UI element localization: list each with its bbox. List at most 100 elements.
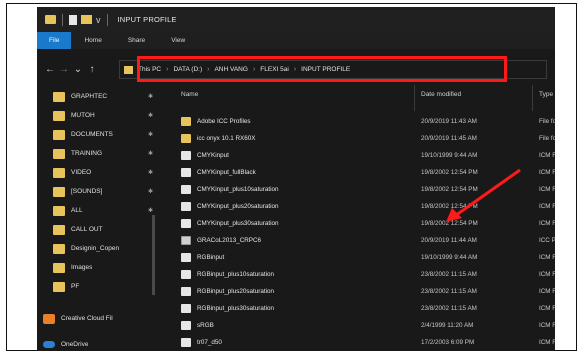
folder-icon bbox=[53, 243, 65, 254]
new-folder-icon[interactable] bbox=[81, 15, 92, 24]
tab-file[interactable]: File bbox=[37, 32, 72, 49]
pin-icon: ✱ bbox=[147, 94, 153, 100]
file-name: RGBinput_plus10saturation bbox=[197, 271, 275, 278]
folder-icon bbox=[181, 134, 191, 143]
file-row[interactable]: Adobe ICC Profiles 20/9/2019 11:43 AM Fi… bbox=[159, 113, 555, 130]
file-type: ICM File bbox=[539, 288, 555, 295]
window-title: INPUT PROFILE bbox=[117, 15, 177, 24]
file-row[interactable]: sRGB 2/4/1999 11:20 AM ICM File bbox=[159, 317, 555, 334]
pin-icon: ✱ bbox=[147, 189, 153, 195]
file-row[interactable]: GRACoL2013_CRPC6 20/9/2019 11:44 AM ICC … bbox=[159, 232, 555, 249]
icm-file-icon bbox=[181, 219, 191, 228]
file-name: icc onyx 10.1 RX60X bbox=[197, 135, 256, 142]
icm-file-icon bbox=[181, 168, 191, 177]
file-row[interactable]: CMYKinput_plus30saturation 19/8/2002 12:… bbox=[159, 215, 555, 232]
tab-share[interactable]: Share bbox=[115, 32, 158, 49]
forward-button[interactable]: → bbox=[57, 64, 71, 75]
file-type: ICM File bbox=[539, 322, 555, 329]
ribbon-tabs: File Home Share View bbox=[37, 32, 555, 49]
sidebar-item-mutoh[interactable]: MUTOH ✱ bbox=[53, 106, 157, 125]
creative-cloud-icon bbox=[43, 313, 55, 324]
file-date: 23/8/2002 11:15 AM bbox=[421, 305, 477, 312]
file-type: ICM File bbox=[539, 220, 555, 227]
sidebar-item-label: GRAPHTEC bbox=[71, 93, 108, 100]
sidebar-item-training[interactable]: TRAINING ✱ bbox=[53, 144, 157, 163]
file-date: 19/8/2002 12:54 PM bbox=[421, 169, 478, 176]
back-button[interactable]: ← bbox=[43, 64, 57, 75]
sidebar-item-label: PF bbox=[71, 283, 80, 290]
sidebar-item-graphtec[interactable]: GRAPHTEC ✱ bbox=[53, 87, 157, 106]
folder-icon bbox=[53, 224, 65, 235]
sidebar-item-designin[interactable]: Designin_Copen bbox=[53, 239, 157, 258]
recent-locations-dropdown[interactable]: ⌄ bbox=[71, 64, 85, 75]
file-type: File folder bbox=[539, 118, 555, 125]
sidebar-item-label: CALL OUT bbox=[71, 226, 103, 233]
file-name: CMYKinput_fullBlack bbox=[197, 169, 256, 176]
file-date: 23/8/2002 11:15 AM bbox=[421, 288, 477, 295]
sidebar-item-label: ALL bbox=[71, 207, 83, 214]
sidebar-item-label: DOCUMENTS bbox=[71, 131, 113, 138]
file-name: CMYKinput_plus10saturation bbox=[197, 186, 279, 193]
file-date: 20/9/2019 11:45 AM bbox=[421, 135, 477, 142]
divider bbox=[106, 13, 108, 26]
icm-file-icon bbox=[181, 304, 191, 313]
file-name: Adobe ICC Profiles bbox=[197, 118, 251, 125]
sidebar-item-images[interactable]: Images bbox=[53, 258, 157, 277]
pin-icon: ✱ bbox=[147, 132, 153, 138]
file-row[interactable]: CMYKinput_fullBlack 19/8/2002 12:54 PM I… bbox=[159, 164, 555, 181]
file-row[interactable]: RGBinput_plus10saturation 23/8/2002 11:1… bbox=[159, 266, 555, 283]
folder-icon bbox=[53, 129, 65, 140]
folder-icon bbox=[53, 205, 65, 216]
file-date: 2/4/1999 11:20 AM bbox=[421, 322, 474, 329]
column-divider[interactable] bbox=[414, 85, 415, 111]
column-header-name[interactable]: Name bbox=[181, 91, 198, 98]
column-header-date[interactable]: Date modified bbox=[421, 91, 461, 98]
sidebar-item-video[interactable]: VIDEO ✱ bbox=[53, 163, 157, 182]
file-name: GRACoL2013_CRPC6 bbox=[197, 237, 262, 244]
icm-file-icon bbox=[181, 151, 191, 160]
sidebar-scrollbar[interactable] bbox=[152, 215, 155, 295]
file-name: CMYKinput bbox=[197, 152, 229, 159]
file-row[interactable]: CMYKinput 19/10/1999 9:44 AM ICM File bbox=[159, 147, 555, 164]
sidebar-item-label: Images bbox=[71, 264, 93, 271]
address-highlight-box bbox=[137, 56, 507, 82]
file-date: 19/8/2002 12:54 PM bbox=[421, 220, 478, 227]
folder-icon bbox=[53, 110, 65, 121]
sidebar-item-label: OneDrive bbox=[61, 341, 89, 348]
file-row[interactable]: tr07_d50 17/2/2003 6:09 PM ICM File bbox=[159, 334, 555, 351]
file-name: CMYKinput_plus30saturation bbox=[197, 220, 279, 227]
onedrive-icon bbox=[43, 341, 55, 348]
file-row[interactable]: RGBinput 19/10/1999 9:44 AM ICM File bbox=[159, 249, 555, 266]
sidebar-item-all[interactable]: ALL ✱ bbox=[53, 201, 157, 220]
file-type: ICM File bbox=[539, 203, 555, 210]
file-type: ICM File bbox=[539, 152, 555, 159]
up-button[interactable]: ↑ bbox=[85, 64, 99, 75]
sidebar-item-label: VIDEO bbox=[71, 169, 92, 176]
pin-icon: ✱ bbox=[147, 151, 153, 157]
sidebar-item-creative-cloud[interactable]: Creative Cloud Fil bbox=[43, 309, 147, 328]
sidebar-item-onedrive[interactable]: OneDrive bbox=[43, 335, 147, 351]
file-name: tr07_d50 bbox=[197, 339, 222, 346]
file-row[interactable]: CMYKinput_plus10saturation 19/8/2002 12:… bbox=[159, 181, 555, 198]
column-divider[interactable] bbox=[532, 85, 533, 111]
folder-icon bbox=[181, 117, 191, 126]
icc-profile-icon bbox=[181, 236, 191, 245]
file-list: Name Date modified Type Adobe ICC Profil… bbox=[159, 85, 555, 351]
sidebar-item-documents[interactable]: DOCUMENTS ✱ bbox=[53, 125, 157, 144]
sidebar-item-pf[interactable]: PF bbox=[53, 277, 157, 296]
file-row[interactable]: CMYKinput_plus20saturation 19/8/2002 12:… bbox=[159, 198, 555, 215]
file-row[interactable]: RGBinput_plus20saturation 23/8/2002 11:1… bbox=[159, 283, 555, 300]
tab-home[interactable]: Home bbox=[71, 32, 114, 49]
properties-icon[interactable] bbox=[69, 14, 77, 25]
tab-view[interactable]: View bbox=[158, 32, 198, 49]
sidebar-item-call-out[interactable]: CALL OUT bbox=[53, 220, 157, 239]
quick-access-dropdown[interactable]: v bbox=[96, 15, 101, 25]
file-name: CMYKinput_plus20saturation bbox=[197, 203, 279, 210]
folder-icon bbox=[53, 186, 65, 197]
sidebar-item-sounds[interactable]: [SOUNDS] ✱ bbox=[53, 182, 157, 201]
file-row[interactable]: icc onyx 10.1 RX60X 20/9/2019 11:45 AM F… bbox=[159, 130, 555, 147]
sidebar-item-label: TRAINING bbox=[71, 150, 103, 157]
folder-icon bbox=[53, 281, 65, 292]
column-header-type[interactable]: Type bbox=[539, 91, 553, 98]
file-row[interactable]: RGBinput_plus30saturation 23/8/2002 11:1… bbox=[159, 300, 555, 317]
